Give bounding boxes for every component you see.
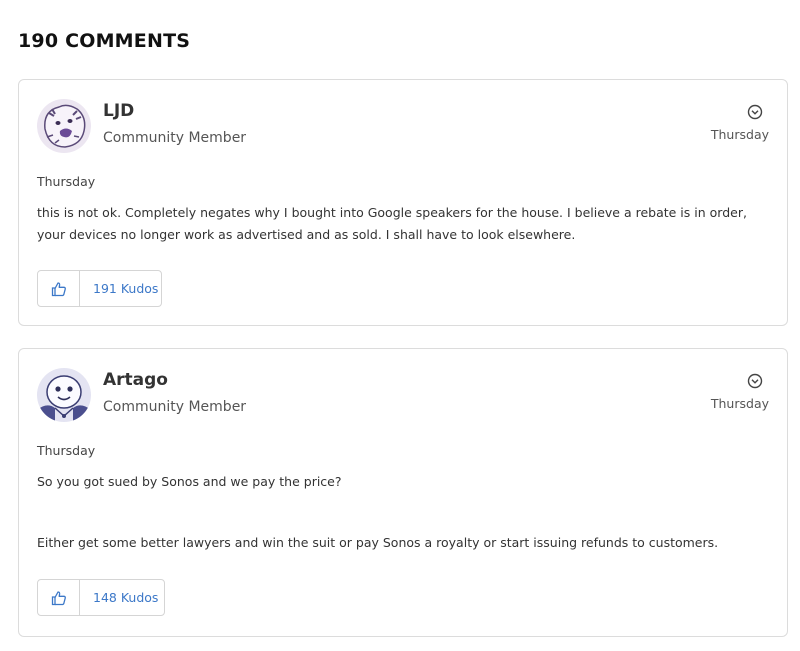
comment-paragraph: So you got sued by Sonos and we pay the … (37, 474, 342, 489)
user-avatar[interactable] (37, 99, 91, 153)
comments-heading: 190 COMMENTS (18, 30, 191, 52)
comment-date: Thursday (37, 174, 96, 189)
kudos-widget: 148 Kudos (37, 579, 165, 616)
post-date: Thursday (710, 396, 769, 411)
face-avatar-icon (37, 368, 91, 422)
user-avatar[interactable] (37, 368, 91, 422)
author-name[interactable]: Artago (103, 370, 168, 390)
post-date: Thursday (710, 127, 769, 142)
thumbs-up-icon (51, 281, 66, 296)
comment-body: So you got sued by Sonos and we pay the … (37, 471, 772, 554)
kudos-button[interactable] (38, 271, 80, 306)
author-role: Community Member (103, 399, 247, 415)
chevron-down-icon[interactable] (747, 373, 763, 389)
kudos-count[interactable]: 148 Kudos (80, 580, 164, 615)
comment-paragraph: this is not ok. Completely negates why I… (37, 205, 747, 242)
comment-date: Thursday (37, 443, 96, 458)
kudos-button[interactable] (38, 580, 80, 615)
comment-card: LJD Community Member Thursday Thursday t… (18, 79, 788, 326)
dog-avatar-icon (37, 99, 91, 153)
thumbs-up-icon (51, 590, 66, 605)
author-name[interactable]: LJD (103, 101, 134, 121)
comment-card: Artago Community Member Thursday Thursda… (18, 348, 788, 637)
chevron-down-icon[interactable] (747, 104, 763, 120)
author-role: Community Member (103, 130, 247, 146)
comment-body: this is not ok. Completely negates why I… (37, 202, 772, 246)
kudos-widget: 191 Kudos (37, 270, 162, 307)
comment-paragraph: Either get some better lawyers and win t… (37, 535, 719, 550)
kudos-count[interactable]: 191 Kudos (80, 271, 161, 306)
